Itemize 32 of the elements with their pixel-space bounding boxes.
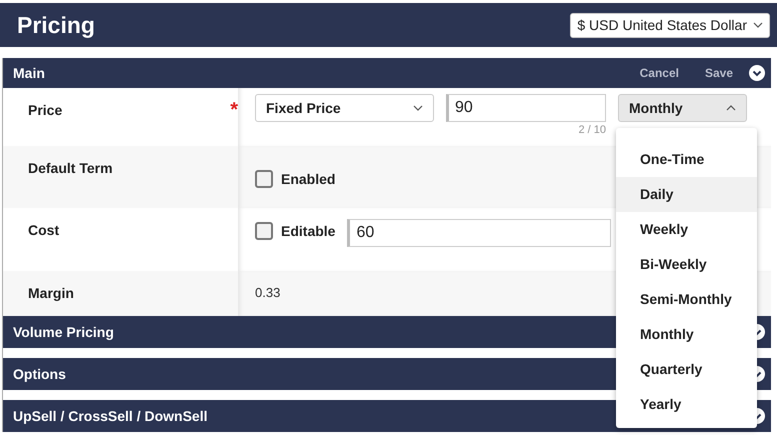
menu-item[interactable]: Bi-Weekly bbox=[616, 247, 757, 282]
chevron-down-icon bbox=[413, 105, 423, 111]
currency-select[interactable]: $ USD United States Dollar bbox=[570, 12, 770, 38]
action-button[interactable]: Cancel bbox=[630, 66, 689, 80]
character-counter: 2 / 10 bbox=[578, 124, 606, 136]
checkbox[interactable] bbox=[255, 222, 273, 240]
menu-item[interactable]: Daily bbox=[616, 177, 757, 212]
chevron-up-icon bbox=[726, 105, 736, 111]
checkbox[interactable] bbox=[255, 170, 273, 188]
menu-item[interactable]: One-Time bbox=[616, 142, 757, 177]
page-title: Pricing bbox=[17, 12, 95, 38]
price-field[interactable]: 90 bbox=[446, 94, 606, 122]
price-type-select[interactable]: Fixed Price bbox=[255, 94, 434, 122]
section-title: Options bbox=[13, 366, 66, 382]
chevron-down-icon bbox=[753, 22, 763, 28]
field-label: Cost bbox=[28, 222, 60, 240]
checkbox-label: Editable bbox=[281, 223, 336, 239]
field-label: Price bbox=[28, 102, 62, 120]
section-title: Volume Pricing bbox=[13, 324, 114, 340]
required-mark: * bbox=[230, 102, 238, 123]
collapse-icon[interactable] bbox=[749, 65, 765, 81]
field-label: Margin bbox=[28, 285, 74, 303]
cost-field[interactable]: 60 bbox=[347, 219, 612, 247]
checkbox-label: Enabled bbox=[281, 171, 336, 187]
action-button[interactable]: Save bbox=[694, 66, 743, 80]
menu-item[interactable]: Weekly bbox=[616, 212, 757, 247]
menu-item[interactable]: Semi-Monthly bbox=[616, 282, 757, 317]
margin-value: 0.33 bbox=[255, 285, 280, 300]
term-select[interactable]: Monthly bbox=[618, 94, 747, 122]
field-label: Default Term bbox=[28, 160, 113, 178]
section-title: Main bbox=[13, 65, 45, 81]
section-title: UpSell / CrossSell / DownSell bbox=[13, 408, 208, 424]
